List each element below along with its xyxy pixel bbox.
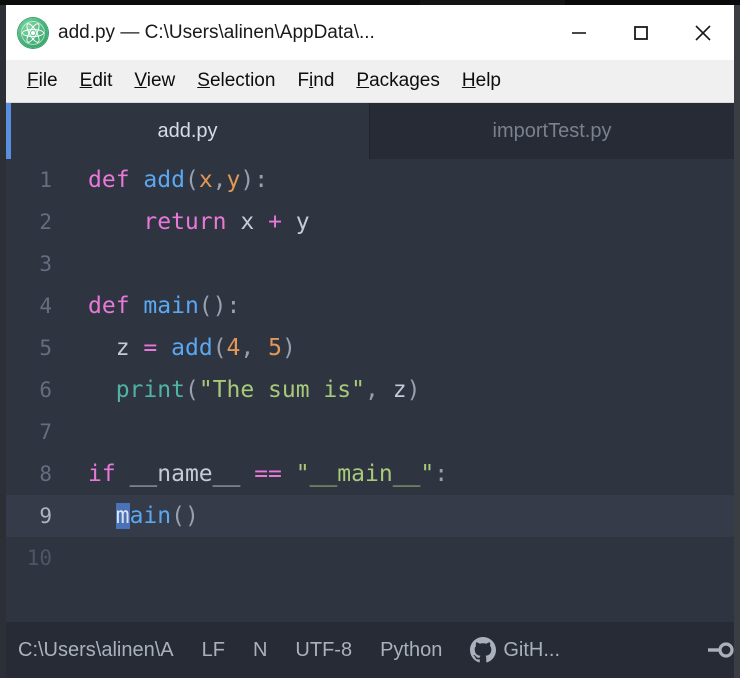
line-content: if __name__ == "__main__":: [88, 461, 449, 487]
line-number: 10: [26, 546, 52, 570]
status-right-group: [706, 622, 734, 678]
editor-line[interactable]: 6 print("The sum is", z): [6, 369, 734, 411]
status-github-label: GitH...: [503, 638, 561, 661]
atom-logo-icon: [18, 17, 48, 48]
editor-line[interactable]: 4 def main():: [6, 285, 734, 327]
line-content: def main():: [88, 293, 241, 319]
title-bar: add.py — C:\Users\alinen\AppData\...: [6, 5, 734, 60]
maximize-icon: [634, 25, 648, 40]
status-bar: C:\Users\alinen\A LF N UTF-8 Python GitH…: [6, 622, 734, 678]
close-button[interactable]: [672, 5, 734, 60]
git-branch-icon: [708, 642, 734, 658]
menu-item-selection[interactable]: Selection: [186, 70, 286, 92]
status-encoding[interactable]: UTF-8: [295, 639, 352, 662]
close-icon: [695, 24, 711, 41]
line-number: 2: [39, 210, 52, 234]
editor-line-active[interactable]: 9 main(): [6, 495, 734, 537]
code-editor[interactable]: 1 def add(x,y): 2 return x + y 3 4 def m…: [6, 159, 734, 622]
status-grammar[interactable]: Python: [380, 639, 442, 662]
editor-line[interactable]: 10: [6, 537, 734, 579]
status-file-path[interactable]: C:\Users\alinen\A: [18, 639, 174, 662]
line-content: def add(x,y):: [88, 167, 269, 193]
line-content: print("The sum is", z): [115, 377, 421, 403]
menu-item-edit[interactable]: Edit: [69, 70, 124, 92]
status-github[interactable]: GitH...: [470, 637, 560, 663]
menu-item-view[interactable]: View: [123, 70, 186, 92]
tab-add-py[interactable]: add.py: [6, 103, 369, 159]
menu-item-help[interactable]: Help: [451, 70, 512, 92]
status-indicator[interactable]: N: [253, 639, 267, 662]
line-number: 4: [39, 294, 52, 318]
active-tab-indicator: [6, 103, 11, 159]
line-number: 6: [39, 378, 52, 402]
line-number: 8: [39, 462, 52, 486]
editor-line[interactable]: 3: [6, 243, 734, 285]
line-number: 5: [39, 336, 52, 360]
minimize-button[interactable]: [548, 5, 610, 60]
minimize-icon: [572, 31, 586, 34]
status-line-ending[interactable]: LF: [202, 639, 225, 662]
line-content: return x + y: [143, 209, 310, 235]
editor-line[interactable]: 7: [6, 411, 734, 453]
editor-line[interactable]: 1 def add(x,y):: [6, 159, 734, 201]
line-number: 3: [39, 252, 52, 276]
maximize-button[interactable]: [610, 5, 672, 60]
line-content: main(): [115, 503, 199, 529]
line-number: 1: [39, 168, 52, 192]
desktop-right-strip: [734, 5, 740, 678]
tab-importtest-py[interactable]: importTest.py: [369, 103, 734, 159]
tab-bar: add.py importTest.py: [6, 103, 734, 159]
menu-item-file[interactable]: File: [16, 70, 69, 92]
editor-line[interactable]: 8 if __name__ == "__main__":: [6, 453, 734, 495]
status-git-branch[interactable]: [706, 637, 734, 663]
editor-line[interactable]: 2 return x + y: [6, 201, 734, 243]
line-content: z = add(4, 5): [115, 335, 296, 361]
menu-item-find[interactable]: Find: [286, 70, 345, 92]
line-number: 9: [39, 504, 52, 528]
menu-bar: File Edit View Selection Find Packages H…: [6, 60, 734, 103]
github-icon: [470, 637, 497, 663]
text-cursor: m: [115, 503, 130, 529]
line-number: 7: [39, 420, 52, 444]
window-title: add.py — C:\Users\alinen\AppData\...: [58, 21, 375, 43]
menu-item-packages[interactable]: Packages: [345, 70, 450, 92]
atom-editor-window: add.py — C:\Users\alinen\AppData\... Fil…: [6, 5, 734, 678]
window-controls: [548, 5, 734, 60]
editor-line[interactable]: 5 z = add(4, 5): [6, 327, 734, 369]
